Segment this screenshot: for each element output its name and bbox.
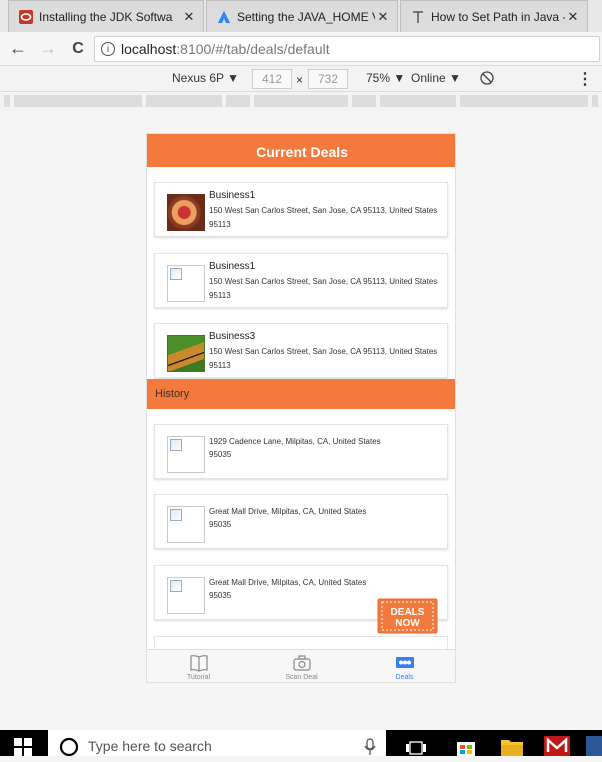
info-icon[interactable]: i [101,42,115,56]
broken-image-icon [167,436,205,473]
deal-image [167,194,205,231]
deal-title: Business3 [209,331,256,342]
ruler-segment[interactable] [460,95,588,107]
device-toolbar: Nexus 6P ▼ 412 × 732 75% ▼ Online ▼ ⋮ [0,66,602,92]
width-input[interactable]: 412 [252,69,292,89]
store-icon[interactable] [455,736,477,756]
address-bar[interactable]: i localhost:8100/#/tab/deals/default [94,36,600,62]
dimension-separator: × [296,73,304,87]
oracle-icon [19,9,33,24]
broken-image-icon [167,265,205,302]
more-menu-icon[interactable]: ⋮ [577,69,593,89]
deal-address: 150 West San Carlos Street, San Jose, CA… [209,347,438,356]
browser-tab-jdk[interactable]: Installing the JDK Softwa ✕ [8,0,204,32]
task-view-icon[interactable] [405,740,427,756]
history-address: Great Mall Drive, Milpitas, CA, United S… [209,578,367,587]
cortana-icon[interactable] [58,736,80,758]
history-zip: 95035 [209,591,232,600]
close-icon[interactable]: ✕ [565,9,581,25]
ruler-segment[interactable] [254,95,348,107]
tab-label: Deals [395,674,414,681]
height-input[interactable]: 732 [308,69,348,89]
text-t-icon [413,10,423,23]
ruler-segment[interactable] [146,95,222,107]
back-button[interactable]: ← [6,37,30,61]
tab-title: Installing the JDK Softwa [39,9,173,24]
app-tab-bar: Tutorial Scan Deal Deals [147,649,455,682]
camera-icon [292,655,311,671]
ruler-segment[interactable] [14,95,142,107]
mcafee-icon[interactable] [544,736,570,756]
deal-title: Business1 [209,190,256,201]
broken-image-icon [167,577,205,614]
zoom-select[interactable]: 75% ▼ [366,71,405,85]
mobile-app: Current Deals Business1 150 West San Car… [146,133,456,683]
url-path: :8100/#/tab/deals/default [176,41,330,57]
ruler-segment[interactable] [352,95,376,107]
tab-scan-deal[interactable]: Scan Deal [250,650,353,682]
deal-title: Business1 [209,261,256,272]
taskbar-app-icon[interactable] [586,736,602,756]
broken-image-icon [167,506,205,543]
emulated-viewport: Current Deals Business1 150 West San Car… [0,110,602,730]
forward-button[interactable]: → [36,37,60,61]
network-select[interactable]: Online ▼ [411,71,461,85]
deals-now-button[interactable]: DEALS NOW [376,597,439,635]
reload-button[interactable]: C [66,37,90,61]
tab-label: Scan Deal [285,674,318,681]
history-zip: 95035 [209,520,232,529]
media-query-ruler [0,92,602,110]
deal-card[interactable]: Business3 150 West San Carlos Street, Sa… [154,323,448,378]
url-host: localhost [121,41,177,57]
history-zip: 95035 [209,450,232,459]
deal-address: 150 West San Carlos Street, San Jose, CA… [209,206,438,215]
tab-tutorial[interactable]: Tutorial [147,650,250,682]
deal-zip: 95113 [209,220,231,229]
ruler-segment[interactable] [592,95,598,107]
ruler-segment[interactable] [380,95,456,107]
taskbar-search[interactable]: Type here to search [48,730,386,756]
tab-title: How to Set Path in Java - [431,9,565,24]
ruler-segment[interactable] [4,95,10,107]
history-header: History [147,379,455,409]
deal-zip: 95113 [209,291,231,300]
atlassian-icon [218,10,230,23]
browser-toolbar: ← → C i localhost:8100/#/tab/deals/defau… [0,32,602,66]
history-address: 1929 Cadence Lane, Milpitas, CA, United … [209,437,381,446]
browser-tab-strip: Installing the JDK Softwa ✕ Setting the … [0,0,602,32]
deal-zip: 95113 [209,361,231,370]
history-card[interactable]: Great Mall Drive, Milpitas, CA, United S… [154,494,448,549]
windows-start-icon[interactable] [14,738,32,756]
browser-tab-java-home[interactable]: Setting the JAVA_HOME V ✕ [206,0,398,32]
device-select[interactable]: Nexus 6P ▼ [172,71,239,85]
history-card[interactable] [154,636,448,650]
deal-image [167,335,205,372]
book-icon [189,655,208,672]
ruler-segment[interactable] [226,95,250,107]
tab-label: Tutorial [186,674,211,681]
close-icon[interactable]: ✕ [375,9,391,25]
deal-card[interactable]: Business1 150 West San Carlos Street, Sa… [154,253,448,308]
windows-taskbar: Type here to search [0,730,602,758]
tab-title: Setting the JAVA_HOME V [237,9,375,24]
rotate-icon[interactable] [480,71,494,85]
deal-address: 150 West San Carlos Street, San Jose, CA… [209,277,438,286]
browser-tab-set-path[interactable]: How to Set Path in Java - ✕ [400,0,588,32]
ticket-icon [395,657,414,668]
history-address: Great Mall Drive, Milpitas, CA, United S… [209,507,367,516]
history-card[interactable]: 1929 Cadence Lane, Milpitas, CA, United … [154,424,448,479]
close-icon[interactable]: ✕ [181,9,197,25]
microphone-icon[interactable] [364,738,376,756]
badge-line2: NOW [395,618,420,629]
tab-deals[interactable]: Deals [353,650,455,682]
page-title: Current Deals [147,134,455,167]
deal-card[interactable]: Business1 150 West San Carlos Street, Sa… [154,182,448,237]
file-explorer-icon[interactable] [500,736,524,756]
badge-line1: DEALS [391,607,425,618]
